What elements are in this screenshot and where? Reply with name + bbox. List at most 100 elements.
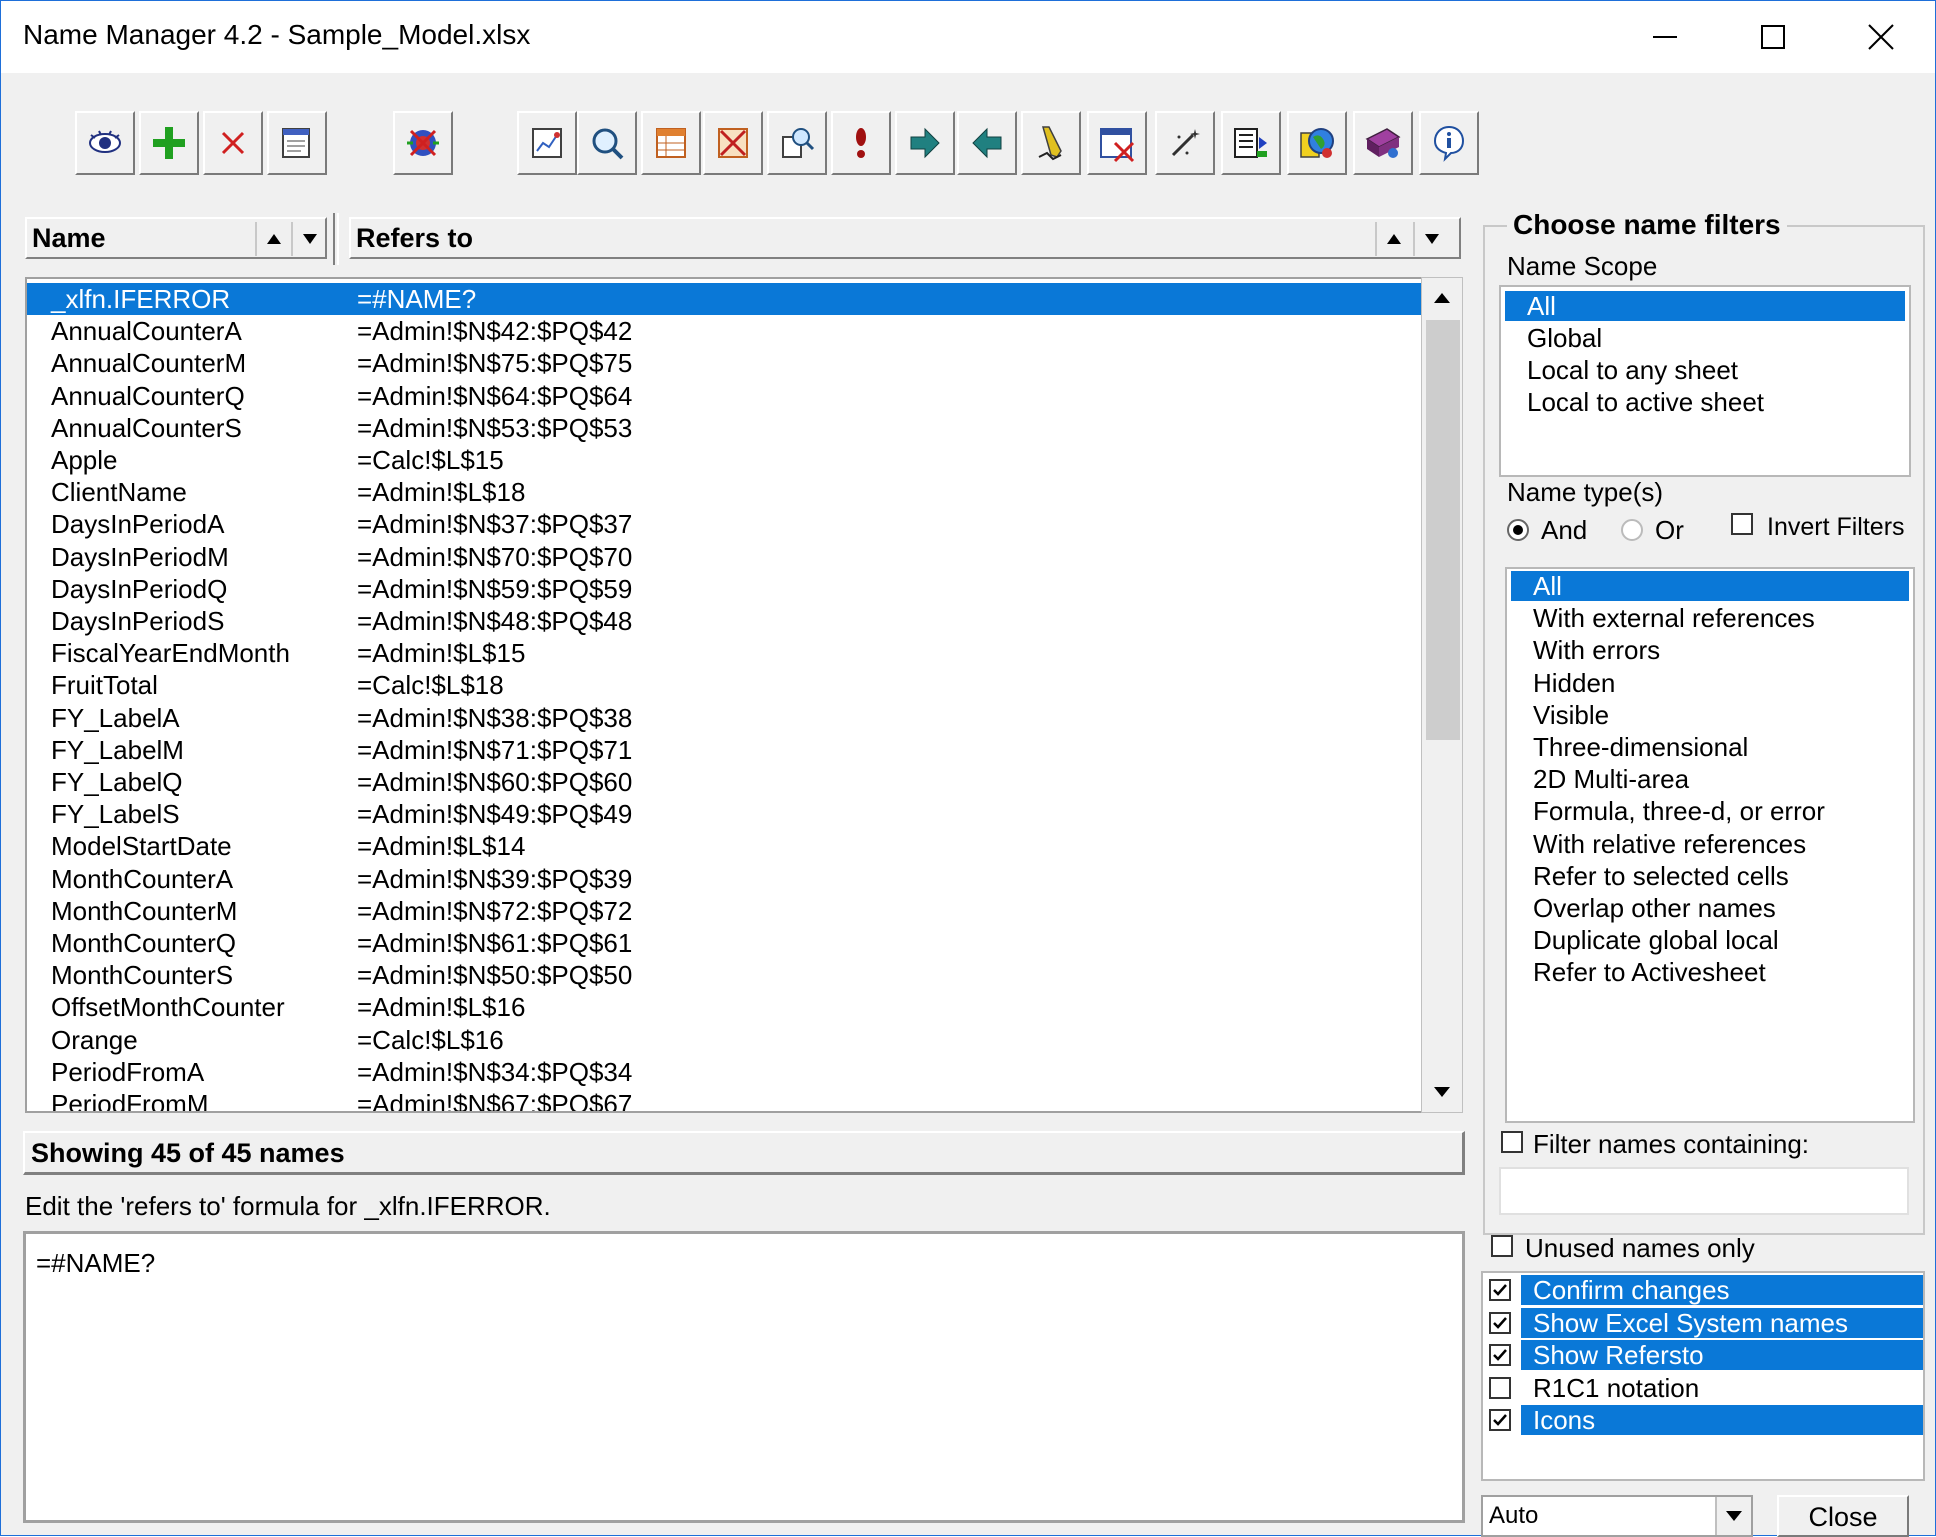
name-row[interactable]: _xlfn.IFERROR =#NAME?: [27, 283, 1423, 315]
name-row[interactable]: AnnualCounterM =Admin!$N$75:$PQ$75: [27, 347, 1423, 379]
edit-name-button[interactable]: [267, 111, 327, 175]
options-list[interactable]: Confirm changes Show Excel System names Sh…: [1481, 1271, 1925, 1481]
and-radio[interactable]: [1507, 519, 1529, 541]
minimize-button[interactable]: [1615, 1, 1715, 73]
option-row[interactable]: Show Excel System names: [1483, 1307, 1923, 1338]
names-list-scrollbar[interactable]: [1421, 277, 1463, 1113]
names-list[interactable]: _xlfn.IFERROR =#NAME? AnnualCounterA =Admin…: [25, 277, 1463, 1113]
target-button[interactable]: [393, 111, 453, 175]
name-row[interactable]: FY_LabelA =Admin!$N$38:$PQ$38: [27, 702, 1423, 734]
calendar-delete-button[interactable]: [1087, 111, 1147, 175]
filter-contains-checkbox[interactable]: [1501, 1131, 1523, 1153]
mode-select[interactable]: Auto: [1481, 1495, 1753, 1537]
scope-item[interactable]: All: [1505, 291, 1905, 321]
info-button[interactable]: [1419, 111, 1479, 175]
filter-contains-input[interactable]: [1499, 1167, 1909, 1215]
list-button[interactable]: [1221, 111, 1281, 175]
zoom-button[interactable]: [577, 111, 637, 175]
move-left-button[interactable]: [957, 111, 1017, 175]
option-row[interactable]: Confirm changes: [1483, 1275, 1923, 1305]
or-radio[interactable]: [1621, 519, 1643, 541]
type-item[interactable]: Visible: [1511, 700, 1909, 730]
mode-dropdown-button[interactable]: [1715, 1497, 1751, 1535]
option-checkbox[interactable]: [1489, 1409, 1511, 1431]
option-row[interactable]: Show Refersto: [1483, 1340, 1923, 1370]
name-row[interactable]: DaysInPeriodS =Admin!$N$48:$PQ$48: [27, 605, 1423, 637]
name-row[interactable]: FY_LabelQ =Admin!$N$60:$PQ$60: [27, 766, 1423, 798]
type-item[interactable]: Formula, three-d, or error: [1511, 796, 1909, 826]
name-row[interactable]: DaysInPeriodQ =Admin!$N$59:$PQ$59: [27, 573, 1423, 605]
globe-button[interactable]: [1287, 111, 1347, 175]
name-row[interactable]: AnnualCounterA =Admin!$N$42:$PQ$42: [27, 315, 1423, 347]
name-row[interactable]: ClientName =Admin!$L$18: [27, 476, 1423, 508]
maximize-button[interactable]: [1723, 1, 1823, 73]
name-row[interactable]: DaysInPeriodM =Admin!$N$70:$PQ$70: [27, 541, 1423, 573]
name-row[interactable]: AnnualCounterQ =Admin!$N$64:$PQ$64: [27, 380, 1423, 412]
scope-listbox[interactable]: All Global Local to any sheet Local to acti…: [1499, 285, 1911, 477]
find-button[interactable]: [767, 111, 827, 175]
refers-sort-desc-button[interactable]: [1413, 222, 1449, 256]
column-splitter[interactable]: [333, 213, 339, 265]
name-row[interactable]: FY_LabelM =Admin!$N$71:$PQ$71: [27, 734, 1423, 766]
name-row[interactable]: FY_LabelS =Admin!$N$49:$PQ$49: [27, 798, 1423, 830]
name-row[interactable]: MonthCounterA =Admin!$N$39:$PQ$39: [27, 863, 1423, 895]
option-row[interactable]: Icons: [1483, 1405, 1923, 1435]
type-item[interactable]: Three-dimensional: [1511, 732, 1909, 762]
name-row[interactable]: Apple =Calc!$L$15: [27, 444, 1423, 476]
name-row[interactable]: MonthCounterM =Admin!$N$72:$PQ$72: [27, 895, 1423, 927]
name-column-header[interactable]: Name: [25, 217, 327, 259]
option-checkbox[interactable]: [1489, 1344, 1511, 1366]
scope-item[interactable]: Global: [1505, 323, 1905, 353]
scope-item[interactable]: Local to any sheet: [1505, 355, 1905, 385]
name-row[interactable]: MonthCounterS =Admin!$N$50:$PQ$50: [27, 959, 1423, 991]
type-item[interactable]: Duplicate global local: [1511, 925, 1909, 955]
move-right-button[interactable]: [895, 111, 955, 175]
option-row[interactable]: R1C1 notation: [1483, 1373, 1923, 1403]
name-row[interactable]: ModelStartDate =Admin!$L$14: [27, 830, 1423, 862]
exclamation-button[interactable]: [831, 111, 891, 175]
type-item[interactable]: Refer to selected cells: [1511, 861, 1909, 891]
unused-only-checkbox[interactable]: [1491, 1235, 1513, 1257]
name-row[interactable]: Orange =Calc!$L$16: [27, 1024, 1423, 1056]
name-row[interactable]: FruitTotal =Calc!$L$18: [27, 669, 1423, 701]
type-listbox[interactable]: All With external references With errors Hi…: [1505, 567, 1915, 1123]
name-sort-desc-button[interactable]: [291, 222, 327, 256]
scroll-thumb[interactable]: [1426, 320, 1460, 740]
refers-to-editor[interactable]: =#NAME?: [23, 1231, 1465, 1523]
book-button[interactable]: [1353, 111, 1413, 175]
close-button[interactable]: Close: [1777, 1495, 1909, 1537]
add-name-button[interactable]: [139, 111, 199, 175]
refers-column-header[interactable]: Refers to: [349, 217, 1461, 259]
name-row[interactable]: MonthCounterQ =Admin!$N$61:$PQ$61: [27, 927, 1423, 959]
name-row[interactable]: PeriodFromA =Admin!$N$34:$PQ$34: [27, 1056, 1423, 1088]
name-row[interactable]: PeriodFromM =Admin!$N$67:$PQ$67: [27, 1088, 1423, 1111]
table-button[interactable]: [641, 111, 701, 175]
pen-button[interactable]: [1021, 111, 1081, 175]
type-item[interactable]: With external references: [1511, 603, 1909, 633]
name-row[interactable]: DaysInPeriodA =Admin!$N$37:$PQ$37: [27, 508, 1423, 540]
scroll-down-button[interactable]: [1422, 1072, 1462, 1112]
type-item[interactable]: 2D Multi-area: [1511, 764, 1909, 794]
delete-name-button[interactable]: [203, 111, 263, 175]
scroll-up-button[interactable]: [1422, 278, 1462, 318]
type-item[interactable]: Overlap other names: [1511, 893, 1909, 923]
name-sort-asc-button[interactable]: [255, 222, 291, 256]
type-item[interactable]: Hidden: [1511, 668, 1909, 698]
clear-table-button[interactable]: [703, 111, 763, 175]
option-checkbox[interactable]: [1489, 1311, 1511, 1334]
type-item[interactable]: With relative references: [1511, 829, 1909, 859]
close-window-button[interactable]: [1831, 1, 1931, 73]
scope-item[interactable]: Local to active sheet: [1505, 387, 1905, 417]
sparkle-button[interactable]: [1155, 111, 1215, 175]
option-checkbox[interactable]: [1489, 1279, 1511, 1301]
type-item[interactable]: All: [1511, 571, 1909, 601]
chart-button[interactable]: [517, 111, 577, 175]
name-row[interactable]: OffsetMonthCounter =Admin!$L$16: [27, 991, 1423, 1023]
view-button[interactable]: [75, 111, 135, 175]
type-item[interactable]: Refer to Activesheet: [1511, 957, 1909, 987]
option-checkbox[interactable]: [1489, 1376, 1511, 1399]
invert-filters-checkbox[interactable]: [1731, 513, 1753, 535]
type-item[interactable]: With errors: [1511, 635, 1909, 665]
refers-sort-asc-button[interactable]: [1375, 222, 1411, 256]
name-row[interactable]: FiscalYearEndMonth =Admin!$L$15: [27, 637, 1423, 669]
